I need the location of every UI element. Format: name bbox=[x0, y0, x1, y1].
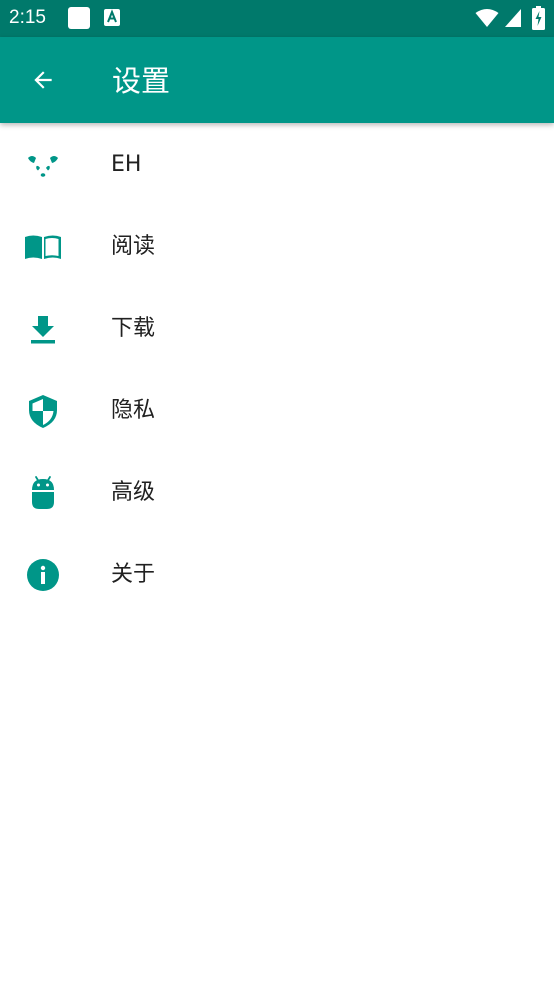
download-icon bbox=[24, 310, 62, 348]
signal-icon bbox=[504, 8, 522, 32]
status-bar: 2:15 bbox=[0, 0, 554, 37]
settings-item-label: 关于 bbox=[111, 562, 156, 587]
settings-item-label: 隐私 bbox=[111, 398, 156, 423]
android-icon bbox=[24, 474, 62, 512]
notification-app-icon bbox=[68, 7, 90, 29]
settings-item-label: 下载 bbox=[111, 316, 156, 341]
arrow-back-icon bbox=[34, 71, 52, 89]
battery-charging-icon bbox=[532, 6, 545, 34]
wifi-icon bbox=[475, 8, 499, 32]
status-time: 2:15 bbox=[9, 7, 46, 28]
app-bar: 设置 bbox=[0, 37, 554, 123]
back-button[interactable] bbox=[18, 55, 68, 105]
settings-item-label: 高级 bbox=[111, 480, 156, 505]
info-icon bbox=[24, 556, 62, 594]
settings-item-read[interactable]: 阅读 bbox=[0, 205, 554, 287]
settings-item-label: 阅读 bbox=[111, 234, 156, 259]
settings-item-eh[interactable]: EH bbox=[0, 123, 554, 205]
book-icon bbox=[24, 228, 62, 266]
settings-list: EH 阅读 下载 隐私 高级 关于 bbox=[0, 123, 554, 615]
settings-item-label: EH bbox=[111, 152, 142, 177]
settings-item-advanced[interactable]: 高级 bbox=[0, 451, 554, 533]
settings-item-download[interactable]: 下载 bbox=[0, 287, 554, 369]
settings-item-about[interactable]: 关于 bbox=[0, 533, 554, 615]
panda-icon bbox=[24, 146, 62, 184]
shield-icon bbox=[24, 392, 62, 430]
notification-a-icon bbox=[104, 9, 120, 26]
page-title: 设置 bbox=[112, 64, 171, 98]
settings-item-privacy[interactable]: 隐私 bbox=[0, 369, 554, 451]
